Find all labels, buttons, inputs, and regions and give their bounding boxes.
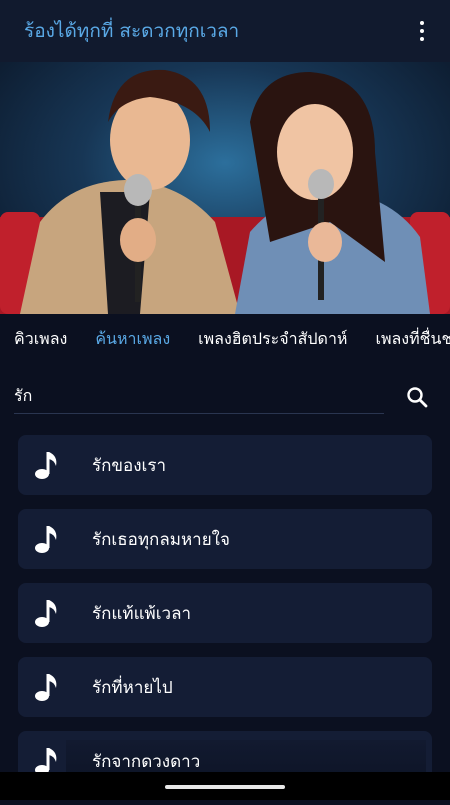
search-input[interactable]: รัก — [14, 380, 384, 414]
app-title: ร้องได้ทุกที่ สะดวกทุกเวลา — [24, 20, 240, 42]
hero-banner — [0, 62, 450, 314]
tab-favorites[interactable]: เพลงที่ชื่นชอบ — [375, 327, 450, 352]
more-menu-icon[interactable] — [410, 16, 434, 46]
music-note-icon — [35, 674, 57, 701]
song-item[interactable]: รักที่หายไป — [18, 657, 432, 717]
tab-bar: คิวเพลง ค้นหาเพลง เพลงฮิตประจำสัปดาห์ เพ… — [0, 314, 450, 364]
karaoke-singers-illustration — [0, 69, 450, 314]
tab-weekly-hits[interactable]: เพลงฮิตประจำสัปดาห์ — [198, 327, 347, 352]
home-indicator[interactable] — [165, 785, 285, 789]
song-title: รักที่หายไป — [92, 677, 173, 698]
search-icon[interactable] — [404, 384, 432, 412]
song-title: รักเธอทุกลมหายใจ — [92, 529, 230, 550]
song-item[interactable]: รักเธอทุกลมหายใจ — [18, 509, 432, 569]
music-note-icon — [35, 526, 57, 553]
music-note-icon — [35, 452, 57, 479]
song-item[interactable]: รักแท้แพ้เวลา — [18, 583, 432, 643]
tab-queue[interactable]: คิวเพลง — [14, 327, 67, 352]
song-title: รักของเรา — [92, 455, 167, 476]
song-item[interactable]: รักของเรา — [18, 435, 432, 495]
tab-search[interactable]: ค้นหาเพลง — [95, 327, 170, 352]
app-bar: ร้องได้ทุกที่ สะดวกทุกเวลา — [0, 0, 450, 62]
music-note-icon — [35, 600, 57, 627]
song-title: รักแท้แพ้เวลา — [92, 603, 192, 624]
song-title: รักจากดวงดาว — [92, 751, 201, 772]
